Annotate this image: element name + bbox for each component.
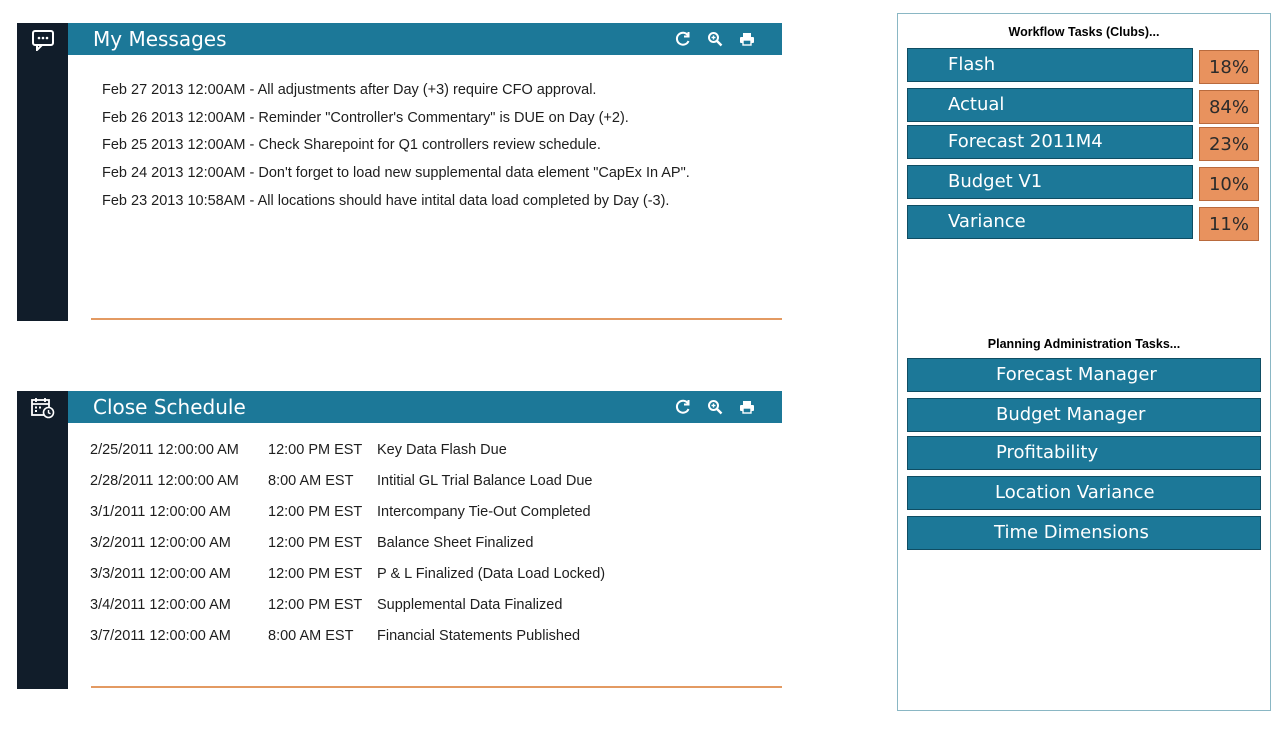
- planning-admin-title: Planning Administration Tasks...: [987, 337, 1181, 351]
- budget-manager-button[interactable]: Budget Manager: [907, 398, 1261, 432]
- workflow-row-actual: Actual 84%: [907, 88, 1259, 124]
- tasks-sidebar: Workflow Tasks (Clubs)... Flash 18% Actu…: [897, 13, 1271, 711]
- my-messages-panel: My Messages Feb 27 2013 12:00AM - All ad…: [17, 23, 782, 323]
- schedule-date: 2/28/2011 12:00:00 AM: [90, 473, 239, 489]
- schedule-divider: [91, 686, 782, 688]
- workflow-label: Budget V1: [948, 171, 1043, 192]
- print-icon[interactable]: [736, 29, 758, 49]
- message-item: Feb 26 2013 12:00AM - Reminder "Controll…: [102, 109, 629, 126]
- workflow-label: Flash: [948, 54, 996, 75]
- admin-label: Location Variance: [995, 482, 1155, 503]
- schedule-task: Key Data Flash Due: [377, 442, 507, 458]
- schedule-task: P & L Finalized (Data Load Locked): [377, 566, 606, 582]
- workflow-button-actual[interactable]: Actual: [907, 88, 1193, 122]
- admin-label: Budget Manager: [996, 404, 1146, 425]
- schedule-time: 8:00 AM EST: [268, 473, 354, 489]
- workflow-row-flash: Flash 18%: [907, 48, 1259, 84]
- schedule-task: Balance Sheet Finalized: [377, 535, 534, 551]
- schedule-date: 3/1/2011 12:00:00 AM: [90, 504, 231, 520]
- message-item: Feb 23 2013 10:58AM - All locations shou…: [102, 192, 670, 209]
- schedule-header: Close Schedule: [68, 391, 782, 423]
- workflow-percent-badge: 18%: [1199, 50, 1259, 84]
- workflow-percent-badge: 11%: [1199, 207, 1259, 241]
- workflow-percent-badge: 10%: [1199, 167, 1259, 201]
- workflow-button-budget[interactable]: Budget V1: [907, 165, 1193, 199]
- schedule-title: Close Schedule: [93, 395, 246, 419]
- admin-label: Time Dimensions: [994, 522, 1149, 543]
- calendar-clock-icon: [31, 398, 55, 419]
- workflow-row-budget: Budget V1 10%: [907, 165, 1259, 201]
- messages-header: My Messages: [68, 23, 782, 55]
- workflow-row-forecast: Forecast 2011M4 23%: [907, 125, 1259, 161]
- workflow-button-variance[interactable]: Variance: [907, 205, 1193, 239]
- workflow-button-forecast[interactable]: Forecast 2011M4: [907, 125, 1193, 159]
- forecast-manager-button[interactable]: Forecast Manager: [907, 358, 1261, 392]
- refresh-icon[interactable]: [672, 29, 694, 49]
- time-dimensions-button[interactable]: Time Dimensions: [907, 516, 1261, 550]
- schedule-date: 3/3/2011 12:00:00 AM: [90, 566, 231, 582]
- schedule-date: 3/7/2011 12:00:00 AM: [90, 628, 231, 644]
- schedule-date: 3/4/2011 12:00:00 AM: [90, 597, 231, 613]
- location-variance-button[interactable]: Location Variance: [907, 476, 1261, 510]
- workflow-label: Forecast 2011M4: [948, 131, 1103, 152]
- schedule-task: Intercompany Tie-Out Completed: [377, 504, 591, 520]
- chat-icon: [32, 30, 54, 51]
- messages-title: My Messages: [93, 27, 227, 51]
- schedule-date: 2/25/2011 12:00:00 AM: [90, 442, 239, 458]
- admin-label: Profitability: [996, 442, 1099, 463]
- workflow-button-flash[interactable]: Flash: [907, 48, 1193, 82]
- schedule-task: Intitial GL Trial Balance Load Due: [377, 473, 593, 489]
- schedule-task: Financial Statements Published: [377, 628, 581, 644]
- workflow-label: Actual: [948, 94, 1005, 115]
- schedule-time: 12:00 PM EST: [268, 504, 363, 520]
- workflow-percent-badge: 23%: [1199, 127, 1259, 161]
- message-list: Feb 27 2013 12:00AM - All adjustments af…: [102, 77, 690, 216]
- workflow-row-variance: Variance 11%: [907, 205, 1259, 241]
- schedule-time: 12:00 PM EST: [268, 535, 363, 551]
- schedule-time: 12:00 PM EST: [268, 597, 363, 613]
- print-icon[interactable]: [736, 397, 758, 417]
- profitability-button[interactable]: Profitability: [907, 436, 1261, 470]
- workflow-percent-badge: 84%: [1199, 90, 1259, 124]
- message-item: Feb 24 2013 12:00AM - Don't forget to lo…: [102, 165, 690, 182]
- workflow-tasks-title: Workflow Tasks (Clubs)...: [1008, 25, 1160, 39]
- message-item: Feb 25 2013 12:00AM - Check Sharepoint f…: [102, 137, 601, 154]
- schedule-time: 8:00 AM EST: [268, 628, 354, 644]
- messages-divider: [91, 318, 782, 320]
- messages-rail: [17, 23, 68, 321]
- schedule-date: 3/2/2011 12:00:00 AM: [90, 535, 231, 551]
- schedule-time: 12:00 PM EST: [268, 442, 363, 458]
- schedule-time: 12:00 PM EST: [268, 566, 363, 582]
- close-schedule-panel: Close Schedule 2/25/2011 12:00:00 AM 12:0…: [17, 391, 782, 691]
- workflow-label: Variance: [948, 211, 1026, 232]
- zoom-icon[interactable]: [704, 29, 726, 49]
- schedule-rail: [17, 391, 68, 689]
- admin-label: Forecast Manager: [996, 364, 1157, 385]
- schedule-task: Supplemental Data Finalized: [377, 597, 563, 613]
- message-item: Feb 27 2013 12:00AM - All adjustments af…: [102, 82, 597, 98]
- zoom-icon[interactable]: [704, 397, 726, 417]
- refresh-icon[interactable]: [672, 397, 694, 417]
